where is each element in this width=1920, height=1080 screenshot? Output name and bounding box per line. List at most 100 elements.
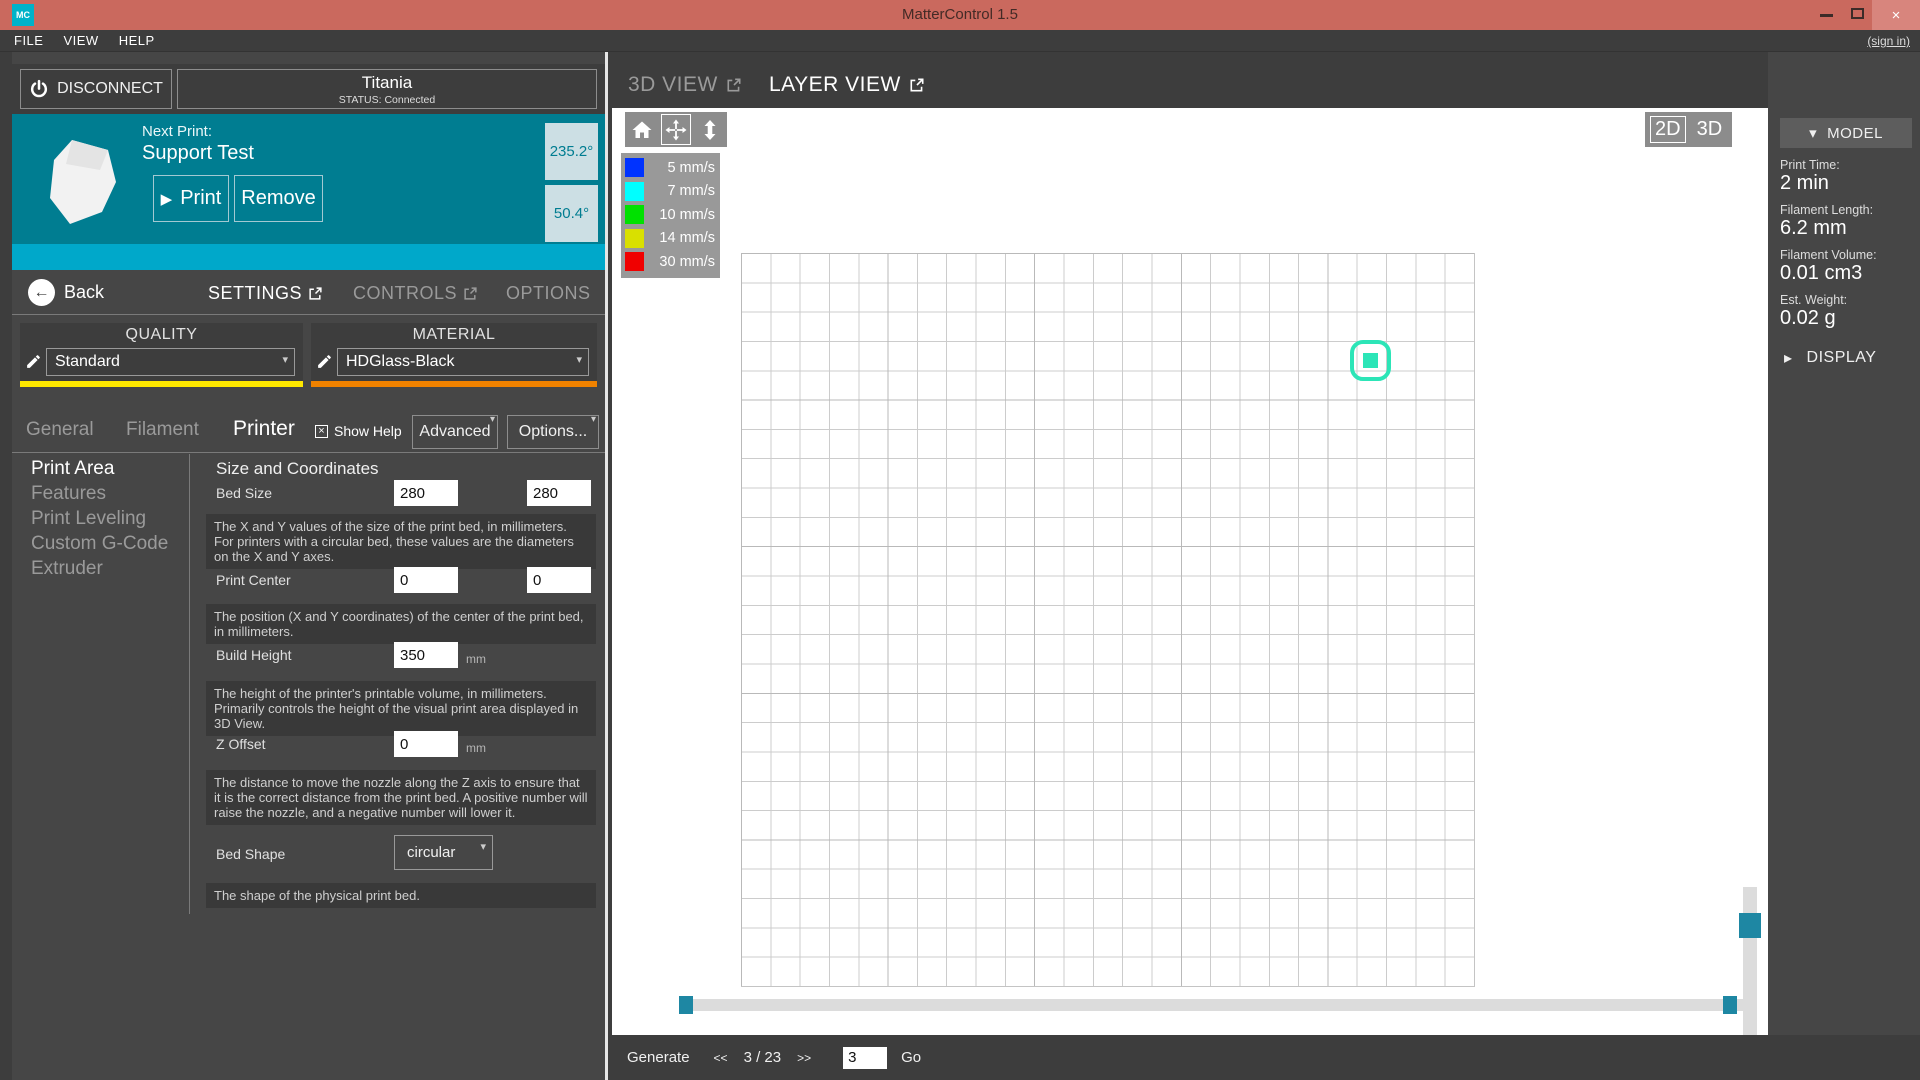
caret-down-icon: ▾ [480,840,486,853]
nav-controls-label: CONTROLS [353,283,457,304]
print-center-y-input[interactable] [527,567,591,593]
checkbox-checked-icon: × [315,425,328,438]
sidebar-item-custom-gcode[interactable]: Custom G-Code [17,533,168,558]
horizontal-slider-track[interactable] [680,999,1752,1011]
translate-view-button[interactable] [659,112,693,147]
tab-3d-view[interactable]: 3D VIEW [628,73,742,97]
layer-toolpath-core [1363,353,1378,368]
previous-layer-button[interactable]: << [714,1051,728,1065]
extruder-temperature-badge[interactable]: 235.2° [545,123,598,180]
z-offset-input[interactable] [394,731,458,757]
tab-printer[interactable]: Printer [233,417,295,441]
layer-slider-handle[interactable] [1739,913,1761,938]
menu-help[interactable]: HELP [119,33,155,48]
disconnect-button[interactable]: DISCONNECT [20,69,172,109]
divider [189,454,190,914]
menu-view[interactable]: VIEW [63,33,98,48]
material-select[interactable]: HDGlass-Black ▾ [337,348,589,376]
legend-row: 10 mm/s [625,203,715,227]
legend-label: 5 mm/s [644,160,715,176]
quality-select[interactable]: Standard ▾ [46,348,295,376]
z-offset-help: The distance to move the nozzle along th… [206,770,596,825]
toggle-2d-button[interactable]: 2D [1651,117,1685,142]
layer-toolpath-marker [1350,340,1391,381]
next-layer-button[interactable]: >> [797,1051,811,1065]
legend-swatch [625,158,644,177]
legend-row: 14 mm/s [625,227,715,251]
legend-label: 30 mm/s [644,254,715,270]
show-help-label: Show Help [334,423,402,439]
quality-color-bar [20,381,303,387]
external-link-icon [463,286,478,301]
menu-file[interactable]: FILE [14,33,43,48]
bed-temperature-badge[interactable]: 50.4° [545,185,598,242]
options-dropdown[interactable]: Options... ▾ [507,415,599,449]
layer-control-bar: Generate << 3 / 23 >> Go [608,1035,1920,1080]
left-panel: DISCONNECT Titania STATUS: Connected Nex… [12,52,605,1080]
build-height-input[interactable] [394,642,458,668]
layer-slider-track[interactable] [1743,887,1757,1035]
tab-general[interactable]: General [26,419,94,441]
edit-pencil-icon[interactable] [25,353,42,370]
material-color-bar [311,381,597,387]
divider [12,314,605,315]
printer-status-box[interactable]: Titania STATUS: Connected [177,69,597,109]
generate-button[interactable]: Generate [627,1049,690,1066]
sign-in-link[interactable]: (sign in) [1867,34,1910,48]
print-time-label: Print Time: [1780,158,1840,172]
advanced-dropdown[interactable]: Advanced ▾ [412,415,498,449]
tab-layer-view[interactable]: LAYER VIEW [769,73,925,97]
display-section-header[interactable]: ▸ DISPLAY [1784,348,1876,368]
bed-size-y-input[interactable] [527,480,591,506]
sidebar-item-features[interactable]: Features [17,483,168,508]
tab-layer-view-label: LAYER VIEW [769,73,901,97]
external-link-icon [726,77,742,93]
remove-button-label: Remove [241,187,315,210]
horizontal-slider-left-handle[interactable] [679,996,693,1014]
menubar: FILE VIEW HELP (sign in) [0,30,1920,52]
back-button[interactable]: ← Back [28,279,104,306]
remove-button[interactable]: Remove [234,175,323,222]
nav-settings-label: SETTINGS [208,283,302,304]
print-center-x-input[interactable] [394,567,458,593]
legend-row: 30 mm/s [625,250,715,274]
sidebar-item-print-area[interactable]: Print Area [17,458,168,483]
sidebar-item-extruder[interactable]: Extruder [17,558,168,583]
next-print-label: Next Print: [142,123,212,140]
layer-position: 3 / 23 [744,1049,782,1066]
minimize-button[interactable] [1820,14,1833,17]
scale-view-button[interactable] [693,112,727,147]
chevron-right-icon: ▸ [1784,348,1793,368]
nav-options[interactable]: OPTIONS [506,283,591,304]
legend-swatch [625,182,644,201]
go-button[interactable]: Go [901,1049,921,1066]
bed-size-x-input[interactable] [394,480,458,506]
quality-value: Standard [55,353,120,371]
toggle-3d-button[interactable]: 3D [1693,117,1727,142]
nav-controls[interactable]: CONTROLS [353,283,478,304]
layer-number-input[interactable] [843,1047,887,1069]
horizontal-slider-right-handle[interactable] [1723,996,1737,1014]
bed-shape-label: Bed Shape [216,846,285,862]
close-button[interactable]: × [1872,0,1920,30]
est-weight-label: Est. Weight: [1780,293,1847,307]
bed-size-help: The X and Y values of the size of the pr… [206,514,596,569]
divider [12,452,605,453]
reset-view-button[interactable] [625,112,659,147]
maximize-button[interactable] [1851,8,1864,19]
tab-filament[interactable]: Filament [126,419,199,441]
build-height-help: The height of the printer's printable vo… [206,681,596,736]
advanced-label: Advanced [419,423,490,441]
sidebar-item-print-leveling[interactable]: Print Leveling [17,508,168,533]
bed-shape-select[interactable]: circular ▾ [394,835,493,870]
caret-down-icon: ▾ [591,414,596,425]
model-section-header[interactable]: ▾ MODEL [1780,118,1912,148]
view-toolbar [625,112,727,147]
filament-volume-label: Filament Volume: [1780,248,1877,262]
nav-settings[interactable]: SETTINGS [208,283,323,304]
print-button[interactable]: ▶ Print [153,175,229,222]
legend-row: 5 mm/s [625,156,715,180]
quality-preset-box: QUALITY Standard ▾ [20,323,303,381]
show-help-checkbox[interactable]: × Show Help [315,423,402,439]
edit-pencil-icon[interactable] [316,353,333,370]
